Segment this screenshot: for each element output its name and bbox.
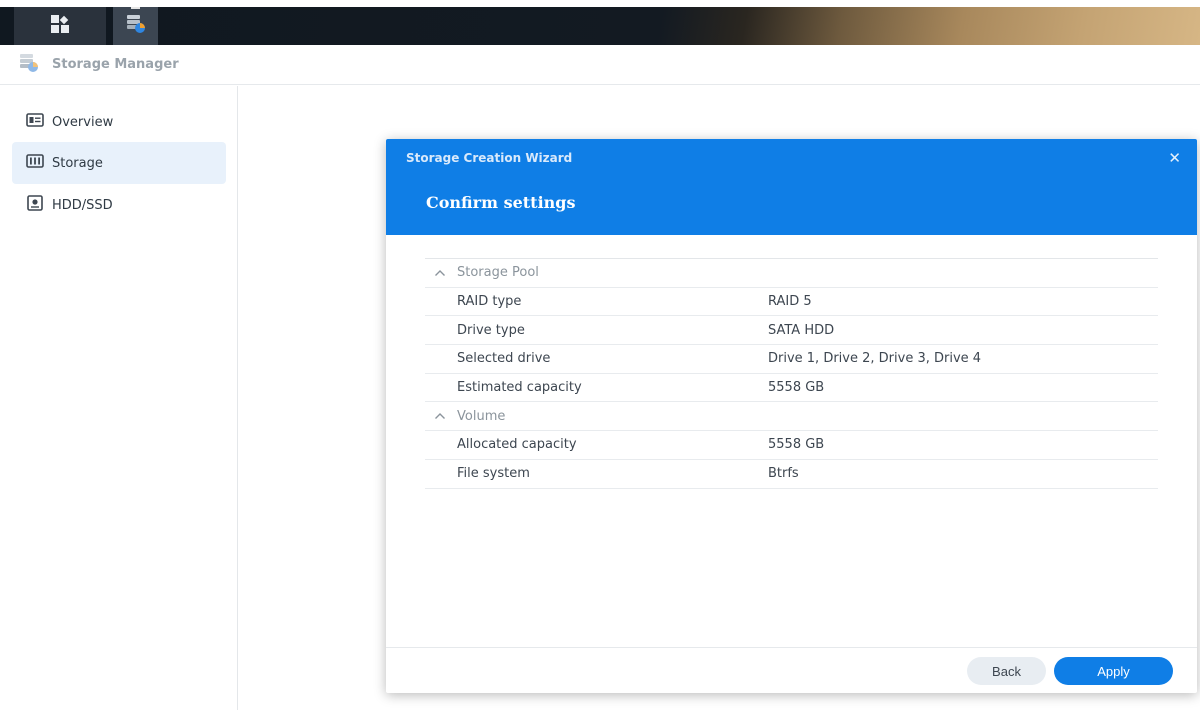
storage-manager-icon xyxy=(125,13,147,39)
dialog-footer: Back Apply xyxy=(386,647,1197,693)
chevron-up-icon xyxy=(425,412,457,420)
table-row: RAID type RAID 5 xyxy=(425,288,1158,317)
setting-value: SATA HDD xyxy=(768,322,835,338)
active-app-indicator xyxy=(131,7,140,9)
back-button[interactable]: Back xyxy=(967,657,1046,685)
table-row: Allocated capacity 5558 GB xyxy=(425,431,1158,460)
group-header-storage-pool[interactable]: Storage Pool xyxy=(425,259,1158,288)
sidebar-item-storage[interactable]: Storage xyxy=(12,142,226,184)
hdd-icon xyxy=(26,195,44,215)
dialog-header: Storage Creation Wizard ✕ Confirm settin… xyxy=(386,139,1197,235)
sidebar-item-label: Storage xyxy=(52,155,103,171)
setting-value: Btrfs xyxy=(768,466,799,482)
setting-value: 5558 GB xyxy=(768,437,825,453)
sidebar-item-label: HDD/SSD xyxy=(52,197,113,213)
grid-icon xyxy=(50,14,70,38)
table-row: Selected drive Drive 1, Drive 2, Drive 3… xyxy=(425,345,1158,374)
table-row: File system Btrfs xyxy=(425,460,1158,489)
storage-manager-taskbar-button[interactable] xyxy=(113,7,158,45)
group-header-volume[interactable]: Volume xyxy=(425,402,1158,432)
sidebar: Overview Storage HDD/SSD xyxy=(0,86,238,710)
storage-creation-wizard-dialog: Storage Creation Wizard ✕ Confirm settin… xyxy=(386,139,1197,693)
setting-value: 5558 GB xyxy=(768,380,825,396)
setting-key: Drive type xyxy=(457,322,525,338)
chevron-up-icon xyxy=(425,269,457,277)
sidebar-item-label: Overview xyxy=(52,114,114,130)
setting-value: RAID 5 xyxy=(768,294,812,310)
main-menu-button[interactable] xyxy=(14,7,106,45)
setting-value: Drive 1, Drive 2, Drive 3, Drive 4 xyxy=(768,351,982,367)
group-label: Storage Pool xyxy=(457,265,539,281)
setting-key: File system xyxy=(457,466,530,482)
window-header: Storage Manager xyxy=(0,45,1200,85)
setting-key: Allocated capacity xyxy=(457,437,577,453)
storage-icon xyxy=(26,153,44,173)
sidebar-item-overview[interactable]: Overview xyxy=(12,101,226,143)
apply-button[interactable]: Apply xyxy=(1054,657,1173,685)
table-row: Estimated capacity 5558 GB xyxy=(425,374,1158,403)
overview-icon xyxy=(26,112,44,132)
window-title: Storage Manager xyxy=(52,57,179,72)
step-title: Confirm settings xyxy=(426,193,576,212)
setting-key: Selected drive xyxy=(457,351,551,367)
setting-key: Estimated capacity xyxy=(457,380,582,396)
settings-summary-table: Storage Pool RAID type RAID 5 Drive type… xyxy=(425,258,1158,489)
close-icon[interactable]: ✕ xyxy=(1168,149,1181,167)
setting-key: RAID type xyxy=(457,294,522,310)
storage-manager-icon xyxy=(18,52,40,78)
taskbar xyxy=(0,0,1200,45)
dialog-title: Storage Creation Wizard xyxy=(406,151,573,165)
group-label: Volume xyxy=(457,408,506,424)
table-row: Drive type SATA HDD xyxy=(425,316,1158,346)
taskbar-top-border xyxy=(0,0,1200,7)
sidebar-item-hdd-ssd[interactable]: HDD/SSD xyxy=(12,184,226,226)
